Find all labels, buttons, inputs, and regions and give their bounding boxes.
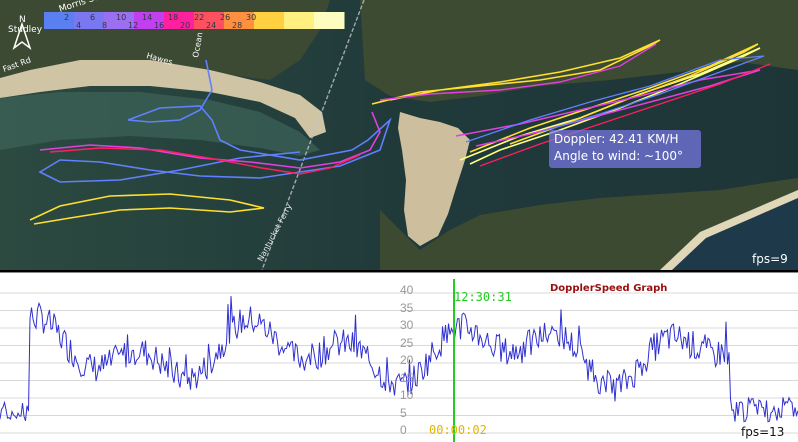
y-tick-label: 20 — [400, 353, 414, 367]
graph-fps: fps=13 — [741, 425, 785, 439]
speed-scale-label: 4 — [76, 21, 81, 30]
speed-scale-label: 10 — [116, 13, 126, 22]
speed-scale-label: 18 — [168, 13, 178, 22]
doppler-speed-trace — [0, 296, 798, 423]
svg-text:N: N — [19, 15, 26, 25]
speed-scale-label: 24 — [206, 21, 216, 30]
speed-scale-label: 22 — [194, 13, 204, 22]
road-label: Studley — [8, 25, 43, 35]
speed-scale-label: 28 — [232, 21, 242, 30]
speed-scale-swatch — [254, 12, 285, 29]
speed-scale-label: 30 — [246, 13, 256, 22]
doppler-speed-text: Doppler: 42.41 KM/H — [554, 132, 679, 146]
speed-scale-label: 2 — [64, 13, 69, 22]
doppler-tooltip: Doppler: 42.41 KM/H Angle to wind: ~100° — [549, 130, 701, 168]
speed-scale: 2 6 10 14 18 22 26 304 8 12 16 20 24 28 — [44, 12, 345, 30]
graph-title: DopplerSpeed Graph — [550, 283, 668, 294]
speed-scale-swatch — [284, 12, 315, 29]
speed-scale-swatch — [44, 12, 75, 29]
y-tick-label: 10 — [400, 388, 414, 402]
y-tick-label: 15 — [400, 370, 414, 385]
map-fps: fps=9 — [752, 252, 788, 266]
speed-scale-label: 20 — [180, 21, 190, 30]
speed-scale-label: 12 — [128, 21, 138, 30]
y-tick-label: 40 — [400, 283, 414, 297]
wind-angle-text: Angle to wind: ~100° — [554, 149, 684, 163]
speed-scale-swatch — [314, 12, 345, 29]
doppler-speed-graph[interactable] — [0, 272, 798, 442]
elapsed-time: 00:00:02 — [429, 423, 487, 437]
cursor-time: 12:30:31 — [454, 290, 512, 304]
y-tick-label: 35 — [400, 300, 414, 315]
speed-scale-label: 8 — [102, 21, 107, 30]
map-view[interactable]: 2 6 10 14 18 22 26 30 4 8 12 16 20 24 28 N Morris St S… — [0, 0, 798, 270]
speed-scale-label: 26 — [220, 13, 230, 22]
speed-scale-label: 16 — [154, 21, 164, 30]
y-tick-label: 30 — [400, 318, 414, 332]
speed-scale-label: 14 — [142, 13, 152, 22]
y-tick-label: 5 — [400, 405, 407, 420]
y-tick-label: 0 — [400, 423, 407, 437]
y-tick-label: 25 — [400, 335, 414, 350]
speed-scale-label: 6 — [90, 13, 95, 22]
